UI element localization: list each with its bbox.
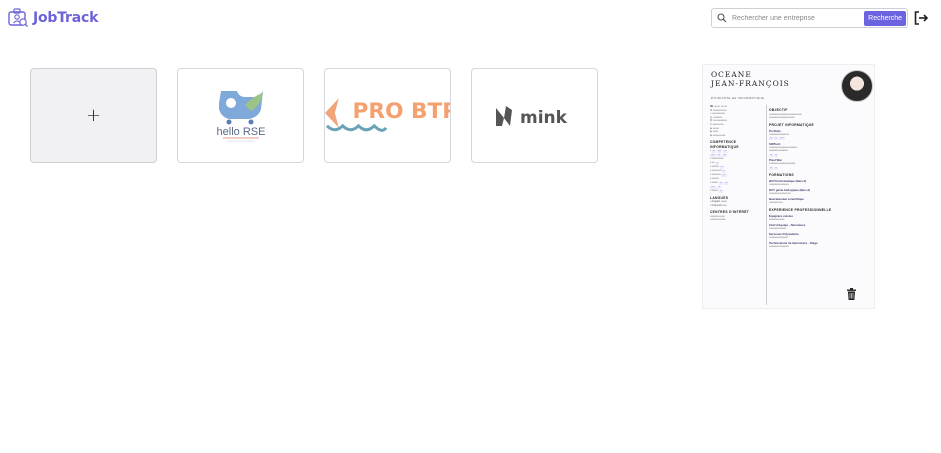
search-bar: Recherche <box>711 8 908 28</box>
mink-logo: mink <box>495 105 568 128</box>
resume-section-heading: EXPERIENCE PROFESSIONNELLE <box>769 207 832 212</box>
resume-divider <box>766 105 767 305</box>
resume-subtitle: ÉTUDIANTE EN INFORMATIQUE <box>711 96 765 100</box>
company-card-hello-rse[interactable]: hello RSE <box>177 68 304 163</box>
resume-first-name: OCEANE <box>711 70 752 79</box>
resume-languages: • Anglais ••••••• • Français ••••• <box>710 200 728 207</box>
resume-experience-desc: ••••••••••••••••• <box>769 217 785 221</box>
hello-rse-logo: hello RSE <box>216 90 265 141</box>
company-card-pro-btp[interactable]: PRO BTP <box>324 68 451 163</box>
plus-icon: + <box>85 105 102 126</box>
resume-formation-desc: •••••••••••••••••••••• <box>769 183 789 187</box>
resume-skill-lines: • •• •••• ••• • •••• ••• •••• • • ••••••••••••… <box>710 149 729 193</box>
resume-experience-desc: •••••••••••••••••••••• <box>769 245 789 249</box>
resume-formation-desc: ••••••••••••••• <box>769 201 783 205</box>
jobtrack-logo-icon <box>8 8 28 27</box>
resume-objective: •••••••••••••••••••••••••••••••••••• ••••… <box>769 112 802 120</box>
pro-btp-logo: PRO BTP <box>325 98 450 132</box>
resume-formation-desc: •••••••••••••••••••••••• <box>769 192 791 196</box>
trash-icon[interactable] <box>846 288 857 300</box>
add-company-card[interactable]: + <box>30 68 157 163</box>
resume-language: Anglais <box>711 200 721 204</box>
resume-language: Français <box>711 203 722 207</box>
top-header: JobTrack Recherche <box>0 0 941 38</box>
resume-left-column: ☎ ••• ••• ••• ••• ✉ ••••••••••••••• ⌂ ••••… <box>710 105 766 222</box>
app-name: JobTrack <box>33 10 99 26</box>
resume-experience-desc: ••••••••••••••••••••• <box>769 236 789 240</box>
company-card-mink[interactable]: mink <box>471 68 598 163</box>
resume-last-name: JEAN-FRANÇOIS <box>711 79 790 88</box>
resume-right-column: OBJECTIF •••••••••••••••••••••••••••••••… <box>769 105 872 249</box>
resume-project-desc: •••••••••••••••••••••• ••• •• ••••• <box>769 132 789 141</box>
resume-section-heading: FORMATIONS <box>769 173 794 178</box>
resume-preview[interactable]: OCEANE JEAN-FRANÇOIS ÉTUDIANTE EN INFORM… <box>702 64 875 309</box>
resume-interests: •••••••••••••••• ••••••••••••••••• <box>710 214 726 222</box>
pro-btp-logo-text: PRO BTP <box>353 99 450 124</box>
app-logo[interactable]: JobTrack <box>7 7 98 29</box>
search-input[interactable] <box>732 10 862 26</box>
logout-icon[interactable] <box>913 10 929 26</box>
resume-name: OCEANE JEAN-FRANÇOIS <box>711 70 790 88</box>
resume-photo <box>841 70 873 102</box>
resume-section-heading: COMPETENCE INFORMATIQUE <box>710 140 739 149</box>
search-button[interactable]: Recherche <box>864 11 906 26</box>
resume-section-heading: PROJET INFORMATIQUE <box>769 122 815 127</box>
mink-logo-text: mink <box>520 108 568 128</box>
resume-experience-desc: ••••••••••••••••••• <box>769 226 787 230</box>
resume-project-desc: ••••••••••••••••••••••••••••• ••• •• <box>769 162 796 171</box>
search-icon <box>712 9 732 27</box>
resume-contact: ☎ ••• ••• ••• ••• ✉ ••••••••••••••• ⌂ ••••… <box>710 105 728 137</box>
resume-project-desc: ••••••••••••••••••••••••••••••• •••••••••… <box>769 145 798 157</box>
hello-rse-logo-text: hello RSE <box>216 126 265 138</box>
